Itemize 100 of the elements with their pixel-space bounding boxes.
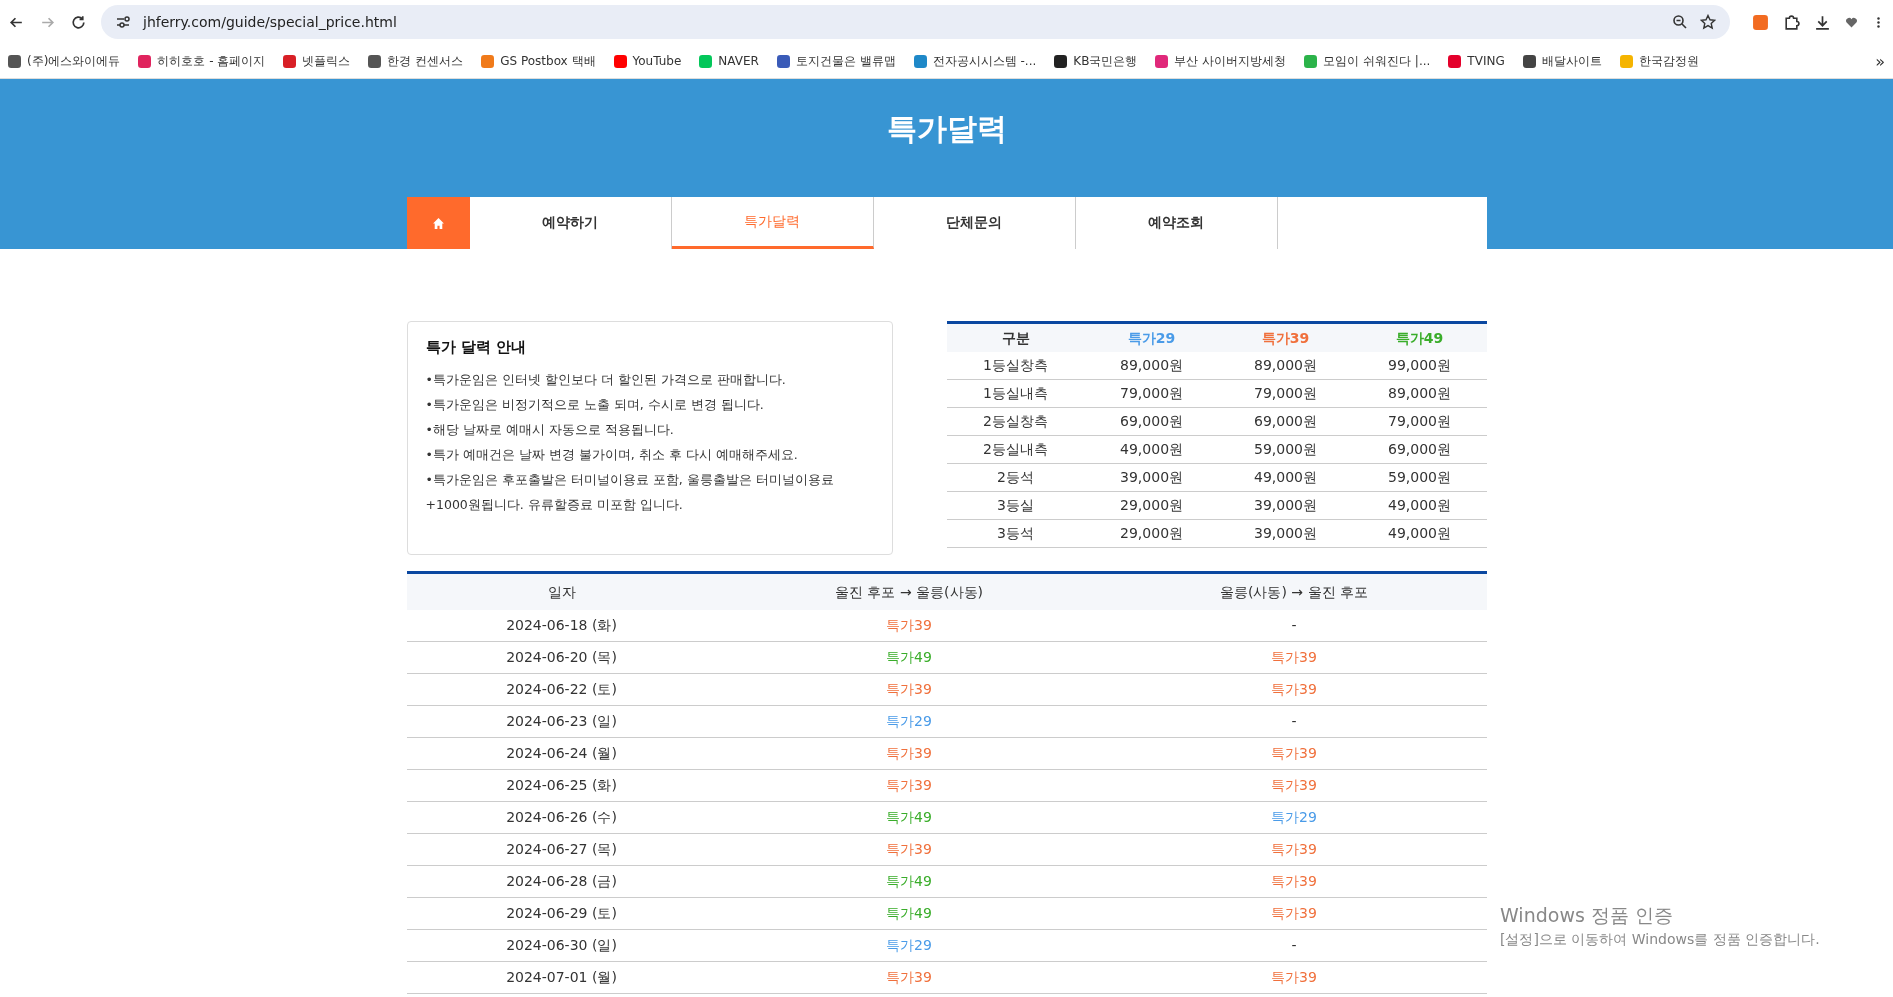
home-icon: [431, 216, 445, 230]
date-cell: 2024-06-30 (일): [406, 929, 717, 962]
table-cell: 1등실창측: [946, 352, 1085, 380]
table-cell: 69,000원: [1352, 435, 1487, 464]
column-header: 특가29: [1084, 322, 1219, 352]
bookmark-item[interactable]: 전자공시시스템 -...: [913, 52, 1037, 70]
table-cell: 89,000원: [1218, 352, 1353, 380]
extension-icon[interactable]: [1752, 13, 1769, 31]
bookmark-item[interactable]: 토지건물은 밸류맵: [776, 52, 896, 70]
table-cell: 1등실내측: [946, 379, 1085, 408]
column-header: 울릉(사동) → 울진 후포: [1101, 572, 1487, 610]
info-text: •특가운임은 후포출발은 터미널이용료 포함, 울릉출발은 터미널이용료 +1000원됩니다. 유류할증료 미포함 입니다.: [425, 471, 835, 514]
bookmark-item[interactable]: YouTube: [613, 54, 682, 68]
site-settings-icon[interactable]: [115, 14, 131, 30]
column-header: 일자: [406, 572, 717, 610]
column-header: 구분: [946, 322, 1085, 352]
table-cell: 79,000원: [1218, 379, 1353, 408]
bookmark-item[interactable]: GS Postbox 택배: [481, 52, 596, 70]
bookmark-item[interactable]: 배달사이트: [1522, 52, 1602, 70]
date-cell: 2024-06-29 (토): [406, 897, 717, 930]
heart-icon[interactable]: [1845, 15, 1858, 29]
info-text: •특가운임은 인터넷 할인보다 더 할인된 가격으로 판매합니다.: [425, 371, 787, 389]
table-cell: 99,000원: [1352, 352, 1487, 380]
fare-cell: 특가49: [716, 897, 1102, 930]
table-cell: 2등실창측: [946, 407, 1085, 436]
fare-cell: 특가39: [1101, 737, 1487, 770]
date-cell: 2024-06-28 (금): [406, 865, 717, 898]
nav-tab[interactable]: 예약하기: [469, 197, 672, 249]
fare-cell: -: [1101, 929, 1487, 962]
table-cell: 39,000원: [1084, 463, 1219, 492]
fare-cell: -: [1101, 705, 1487, 738]
fare-cell: 특가39: [716, 769, 1102, 802]
column-header: 특가39: [1218, 322, 1353, 352]
bookmark-item[interactable]: 부산 사이버지방세청: [1155, 52, 1287, 70]
favicon-icon: [368, 54, 382, 68]
info-text: •특가운임은 비정기적으로 노출 되며, 수시로 변경 됩니다.: [425, 396, 765, 414]
fare-cell: 특가29: [716, 705, 1102, 738]
favicon-icon: [1155, 54, 1169, 68]
fare-cell: 특가39: [716, 961, 1102, 994]
date-cell: 2024-06-20 (목): [406, 641, 717, 674]
bookmark-item[interactable]: KB국민은행: [1054, 52, 1138, 70]
favicon-icon: [481, 54, 495, 68]
favicon-icon: [8, 54, 21, 68]
fare-cell: 특가39: [716, 737, 1102, 770]
date-cell: 2024-06-26 (수): [406, 801, 717, 834]
reload-icon[interactable]: [70, 13, 87, 31]
page-title: 특가달력: [886, 110, 1007, 148]
date-cell: 2024-06-22 (토): [406, 673, 717, 706]
favicon-icon: [1054, 54, 1068, 68]
fare-cell: 특가39: [716, 833, 1102, 866]
url-text: jhferry.com/guide/special_price.html: [143, 14, 398, 30]
table-cell: 2등석: [946, 463, 1085, 492]
date-cell: 2024-06-18 (화): [406, 610, 717, 642]
bookmark-item[interactable]: TVING: [1448, 54, 1505, 68]
table-cell: 29,000원: [1084, 519, 1219, 548]
activation-title: Windows 정품 인증: [1500, 903, 1674, 928]
bookmark-item[interactable]: 넷플릭스: [283, 52, 351, 70]
date-cell: 2024-06-25 (화): [406, 769, 717, 802]
bookmark-item[interactable]: 한경 컨센서스: [368, 52, 464, 70]
favicon-icon: [1448, 54, 1462, 68]
bookmark-item[interactable]: 히히호호 - 홈페이지: [138, 52, 266, 70]
table-cell: 79,000원: [1352, 407, 1487, 436]
date-cell: 2024-07-01 (월): [406, 961, 717, 994]
more-bookmarks-button[interactable]: »: [1875, 51, 1885, 71]
date-cell: 2024-06-24 (월): [406, 737, 717, 770]
table-cell: 49,000원: [1218, 463, 1353, 492]
table-cell: 59,000원: [1218, 435, 1353, 464]
table-cell: 89,000원: [1352, 379, 1487, 408]
fare-cell: 특가49: [716, 801, 1102, 834]
table-cell: 39,000원: [1218, 491, 1353, 520]
table-cell: 49,000원: [1352, 519, 1487, 548]
table-cell: 69,000원: [1218, 407, 1353, 436]
fare-cell: 특가49: [716, 641, 1102, 674]
favicon-icon: [776, 54, 790, 68]
star-icon[interactable]: [1700, 14, 1716, 30]
table-cell: 2등실내측: [946, 435, 1085, 464]
fare-cell: 특가49: [716, 865, 1102, 898]
zoom-icon[interactable]: [1672, 14, 1688, 30]
fare-cell: 특가39: [1101, 673, 1487, 706]
table-cell: 49,000원: [1352, 491, 1487, 520]
bookmark-item[interactable]: NAVER: [699, 54, 759, 68]
info-text: •특가 예매건은 날짜 변경 불가이며, 취소 후 다시 예매해주세요.: [425, 446, 799, 464]
bookmark-item[interactable]: (주)에스와이에듀: [8, 52, 121, 70]
address-bar[interactable]: jhferry.com/guide/special_price.html: [101, 5, 1730, 39]
favicon-icon: [613, 54, 627, 68]
date-cell: 2024-06-23 (일): [406, 705, 717, 738]
favicon-icon: [1304, 54, 1318, 68]
fare-cell: 특가39: [1101, 961, 1487, 994]
table-cell: 89,000원: [1084, 352, 1219, 380]
bookmark-item[interactable]: 모임이 쉬워진다 |...: [1304, 52, 1431, 70]
bookmark-item[interactable]: 한국감정원: [1619, 52, 1699, 70]
nav-tab[interactable]: 예약조회: [1075, 197, 1278, 249]
fare-cell: 특가39: [716, 610, 1102, 642]
table-cell: 3등실: [946, 491, 1085, 520]
download-icon[interactable]: [1814, 13, 1831, 31]
table-cell: 49,000원: [1084, 435, 1219, 464]
fare-cell: 특가39: [1101, 833, 1487, 866]
nav-tab[interactable]: 단체문의: [873, 197, 1076, 249]
activation-text: [설정]으로 이동하여 Windows를 정품 인증합니다.: [1500, 931, 1820, 949]
puzzle-icon[interactable]: [1783, 13, 1800, 31]
